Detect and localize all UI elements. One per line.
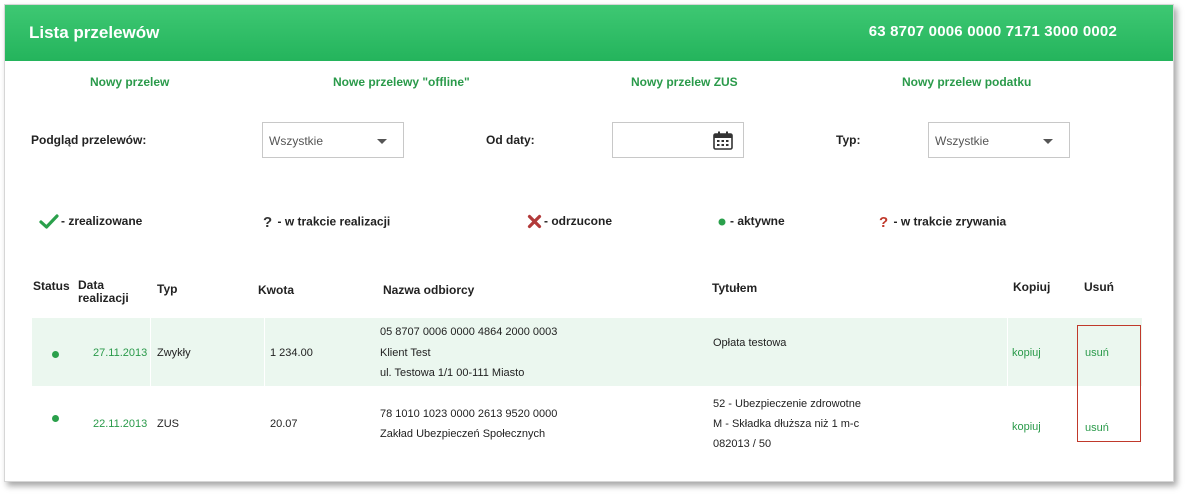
status-active-icon [52,415,59,422]
cross-icon [527,215,542,229]
row-recipient-account: 78 1010 1023 0000 2613 9520 0000 [380,408,558,420]
delete-column-highlight [1077,325,1141,442]
column-header-copy: Kopiuj [1013,280,1051,294]
row-amount: 1 234.00 [270,347,313,359]
type-filter-label: Typ: [836,133,861,147]
legend-active-label: - aktywne [730,214,785,228]
legend-completed-label: - zrealizowane [61,214,143,229]
check-icon [39,214,59,229]
row-amount: 20.07 [270,418,298,430]
legend-cancelling: ? - w trakcie zrywania [879,214,1006,231]
legend-in-progress: ? - w trakcie realizacji [263,214,390,231]
column-header-date-line2: realizacji [78,291,129,305]
row-title-line2: M - Składka dłuższa niż 1 m-c [713,418,860,430]
dot-icon [718,218,726,226]
copy-link[interactable]: kopiuj [1012,421,1041,433]
page-title: Lista przelewów [29,23,160,42]
column-divider [264,318,265,386]
chevron-down-icon [377,139,387,144]
account-number: 63 8707 0006 0000 7171 3000 0002 [868,23,1117,40]
preview-select-value: Wszystkie [269,134,323,148]
copy-link[interactable]: kopiuj [1012,347,1041,359]
column-header-recipient: Nazwa odbiorcy [383,283,475,297]
row-title-line1: 52 - Ubezpieczenie zdrowotne [713,398,861,410]
new-zus-transfer-link[interactable]: Nowy przelew ZUS [631,75,738,89]
column-header-delete: Usuń [1084,280,1114,294]
column-header-date-line1: Data [78,278,105,292]
new-tax-transfer-link[interactable]: Nowy przelew podatku [902,75,1031,89]
table-row [32,318,1142,386]
table-row [32,387,1142,457]
from-date-label: Od daty: [486,133,535,147]
legend-rejected-label: - odrzucone [544,214,612,228]
legend-in-progress-label: - w trakcie realizacji [277,214,391,229]
type-select[interactable]: Wszystkie [928,122,1070,158]
column-header-type: Typ [157,282,178,296]
column-header-status: Status [33,279,70,293]
question-red-icon: ? [879,214,889,231]
row-type: Zwykły [157,347,191,359]
question-icon: ? [263,214,273,231]
row-date: 27.11.2013 [93,347,148,359]
column-header-amount: Kwota [258,283,294,297]
preview-filter-label: Podgląd przelewów: [31,133,147,147]
column-header-title: Tytułem [712,281,758,295]
calendar-icon[interactable] [713,131,733,150]
row-recipient-name: Zakład Ubezpieczeń Społecznych [380,428,546,440]
status-active-icon [52,351,59,358]
row-recipient-account: 05 8707 0006 0000 4864 2000 0003 [380,326,558,338]
column-divider [1007,318,1008,386]
row-recipient-address: ul. Testowa 1/1 00-111 Miasto [380,367,525,379]
type-select-value: Wszystkie [935,134,989,148]
legend-active: - aktywne [716,214,785,228]
column-divider [150,318,151,386]
new-transfer-link[interactable]: Nowy przelew [90,75,169,89]
row-title-line3: 082013 / 50 [713,438,772,450]
row-title: Opłata testowa [713,337,787,349]
row-recipient-name: Klient Test [380,347,431,359]
legend-rejected: - odrzucone [527,214,612,229]
from-date-input[interactable] [612,122,744,158]
preview-select[interactable]: Wszystkie [262,122,404,158]
chevron-down-icon [1043,139,1053,144]
row-date: 22.11.2013 [93,418,148,430]
transfers-panel: Lista przelewów 63 8707 0006 0000 7171 3… [4,4,1174,482]
panel-header: Lista przelewów 63 8707 0006 0000 7171 3… [5,5,1173,61]
legend-cancelling-label: - w trakcie zrywania [893,214,1007,229]
row-type: ZUS [157,418,179,430]
new-offline-transfers-link[interactable]: Nowe przelewy "offline" [333,75,470,89]
legend-completed: - zrealizowane [39,214,142,230]
